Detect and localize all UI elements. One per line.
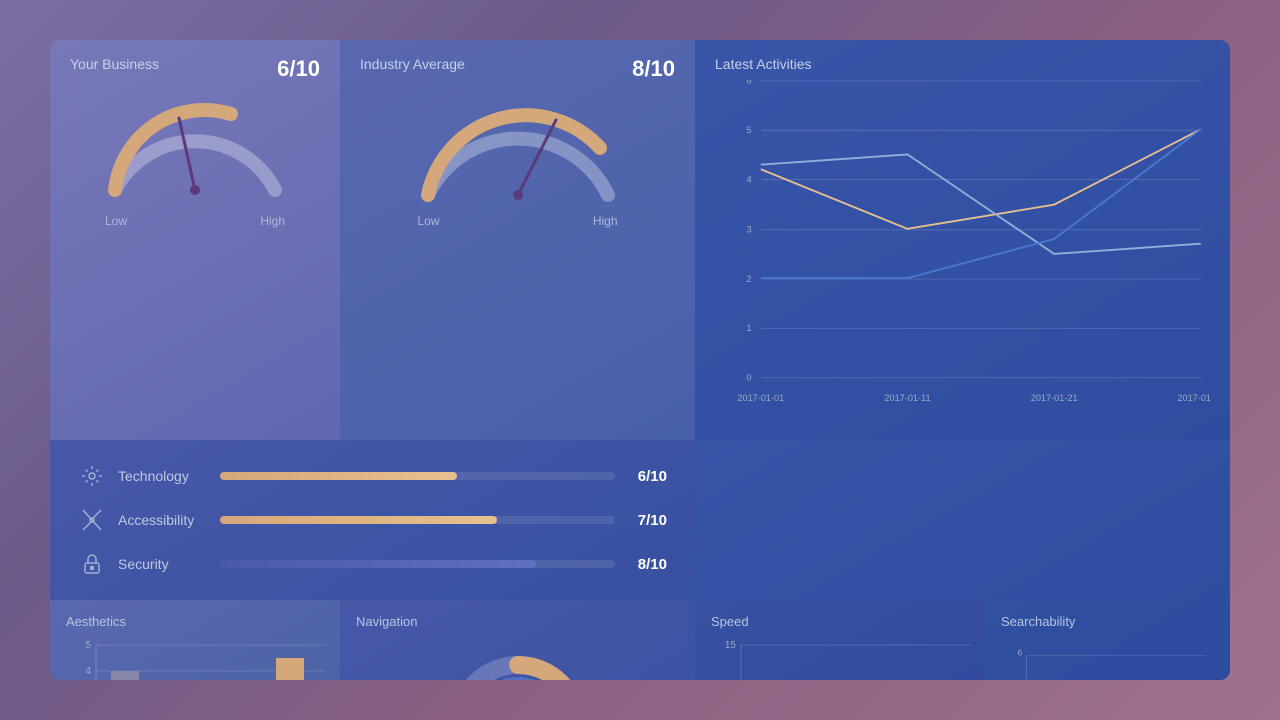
gauge-high-industry: High xyxy=(593,214,618,228)
svg-text:5: 5 xyxy=(747,125,752,135)
technology-bar xyxy=(220,472,457,480)
svg-text:2017-01-11: 2017-01-11 xyxy=(884,393,930,403)
accessibility-score: 7/10 xyxy=(627,512,667,529)
svg-text:4: 4 xyxy=(85,666,91,677)
svg-text:6: 6 xyxy=(1018,648,1023,658)
metric-security: Security 8/10 xyxy=(78,550,667,578)
latest-activities-title: Latest Activities xyxy=(715,56,1210,72)
svg-text:0: 0 xyxy=(747,372,752,382)
navigation-title: Navigation xyxy=(356,614,679,629)
gauge-low-industry: Low xyxy=(418,214,440,228)
gauge-svg-business xyxy=(95,80,295,210)
aesthetics-bar-3 xyxy=(276,658,304,680)
metrics-panel: Technology 6/10 Accessibility xyxy=(50,440,695,600)
svg-text:2017-01-21: 2017-01-21 xyxy=(1031,393,1078,403)
svg-text:2017-01-01: 2017-01-01 xyxy=(737,393,784,403)
svg-text:4: 4 xyxy=(747,174,752,184)
donut-svg: 70 % xyxy=(438,645,598,680)
navigation-panel: Navigation 70 % xyxy=(340,600,695,680)
security-label: Security xyxy=(118,556,208,572)
svg-text:2017-01-31: 2017-01-31 xyxy=(1177,393,1210,403)
industry-avg-title: Industry Average xyxy=(360,56,675,72)
technology-label: Technology xyxy=(118,468,208,484)
your-business-panel: Your Business 6/10 Low High xyxy=(50,40,340,440)
security-bar-bg xyxy=(220,560,615,568)
aesthetics-chart: 0 1 2 3 4 5 xyxy=(66,635,326,680)
svg-text:1: 1 xyxy=(747,323,752,333)
latest-activities-chart: 0 1 2 3 4 5 6 2017-01-01 2017-01-11 2017… xyxy=(715,80,1210,424)
searchability-chart: 0 2 4 6 0.00 1.00 2.00 xyxy=(1001,635,1214,680)
svg-text:15: 15 xyxy=(725,640,737,651)
svg-text:3: 3 xyxy=(747,224,752,234)
security-bar xyxy=(220,560,536,568)
technology-bar-bg xyxy=(220,472,615,480)
gauge-high-business: High xyxy=(260,214,285,228)
industry-avg-score: 8/10 xyxy=(632,56,675,82)
metric-accessibility: Accessibility 7/10 xyxy=(78,506,667,534)
svg-text:6: 6 xyxy=(747,80,752,86)
accessibility-label: Accessibility xyxy=(118,512,208,528)
speed-panel: Speed 0 5 10 15 xyxy=(695,600,985,680)
speed-chart: 0 5 10 15 xyxy=(711,635,981,680)
metric-technology: Technology 6/10 xyxy=(78,462,667,490)
gauge-low-business: Low xyxy=(105,214,127,228)
latest-activities-panel: Latest Activities 0 1 2 3 4 xyxy=(695,40,1230,440)
accessibility-bar xyxy=(220,516,497,524)
technology-icon xyxy=(78,462,106,490)
technology-score: 6/10 xyxy=(627,468,667,485)
aesthetics-panel: Aesthetics 0 1 2 3 4 5 xyxy=(50,600,340,680)
aesthetics-bar-0 xyxy=(111,671,139,680)
line-lightblue xyxy=(761,154,1201,254)
aesthetics-title: Aesthetics xyxy=(66,614,324,629)
your-business-gauge: Low High xyxy=(70,80,320,228)
gauge-svg-industry xyxy=(408,80,628,210)
gauge-labels-industry: Low High xyxy=(418,214,618,228)
industry-avg-gauge: Low High xyxy=(360,80,675,228)
svg-text:5: 5 xyxy=(85,640,91,651)
industry-avg-panel: Industry Average 8/10 Low High xyxy=(340,40,695,440)
navigation-donut: 70 % xyxy=(356,639,679,680)
gauge-labels-business: Low High xyxy=(105,214,285,228)
activities-chart-svg: 0 1 2 3 4 5 6 2017-01-01 2017-01-11 2017… xyxy=(715,80,1210,424)
security-icon xyxy=(78,550,106,578)
accessibility-bar-bg xyxy=(220,516,615,524)
searchability-title: Searchability xyxy=(1001,614,1214,629)
accessibility-icon xyxy=(78,506,106,534)
security-score: 8/10 xyxy=(627,556,667,573)
searchability-panel: Searchability 0 2 4 6 xyxy=(985,600,1230,680)
speed-title: Speed xyxy=(711,614,969,629)
your-business-score: 6/10 xyxy=(277,56,320,82)
svg-text:2: 2 xyxy=(747,274,752,284)
